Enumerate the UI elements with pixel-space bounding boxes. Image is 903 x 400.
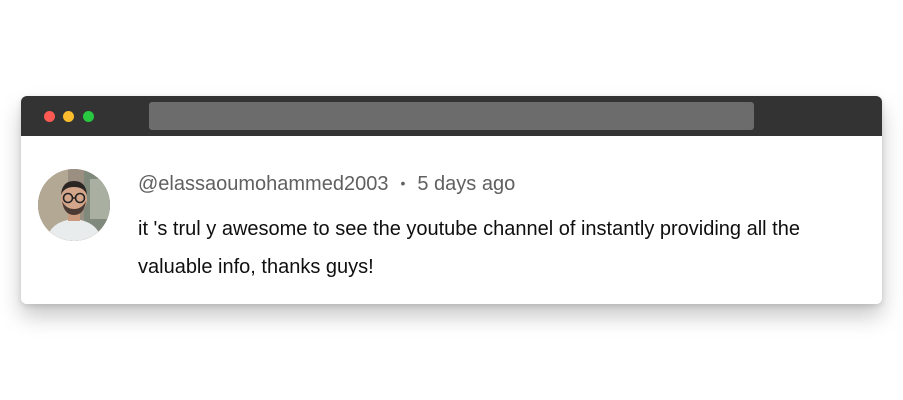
comment-meta: @elassaoumohammed2003 • 5 days ago (138, 173, 515, 196)
address-bar[interactable] (149, 102, 754, 130)
meta-separator: • (400, 175, 406, 191)
minimize-button[interactable] (63, 111, 74, 122)
comment-timestamp[interactable]: 5 days ago (417, 173, 515, 195)
user-avatar-icon (38, 169, 110, 241)
close-button[interactable] (44, 111, 55, 122)
comment-container: @elassaoumohammed2003 • 5 days ago it 's t… (21, 136, 882, 304)
comment-text: it 's trul y awesome to see the youtube … (138, 218, 800, 278)
browser-window: @elassaoumohammed2003 • 5 days ago it 's t… (21, 96, 882, 304)
stage: @elassaoumohammed2003 • 5 days ago it 's t… (0, 0, 903, 400)
comment-username[interactable]: @elassaoumohammed2003 (138, 173, 388, 195)
avatar[interactable] (38, 169, 110, 241)
window-titlebar (21, 96, 882, 136)
maximize-button[interactable] (83, 111, 94, 122)
